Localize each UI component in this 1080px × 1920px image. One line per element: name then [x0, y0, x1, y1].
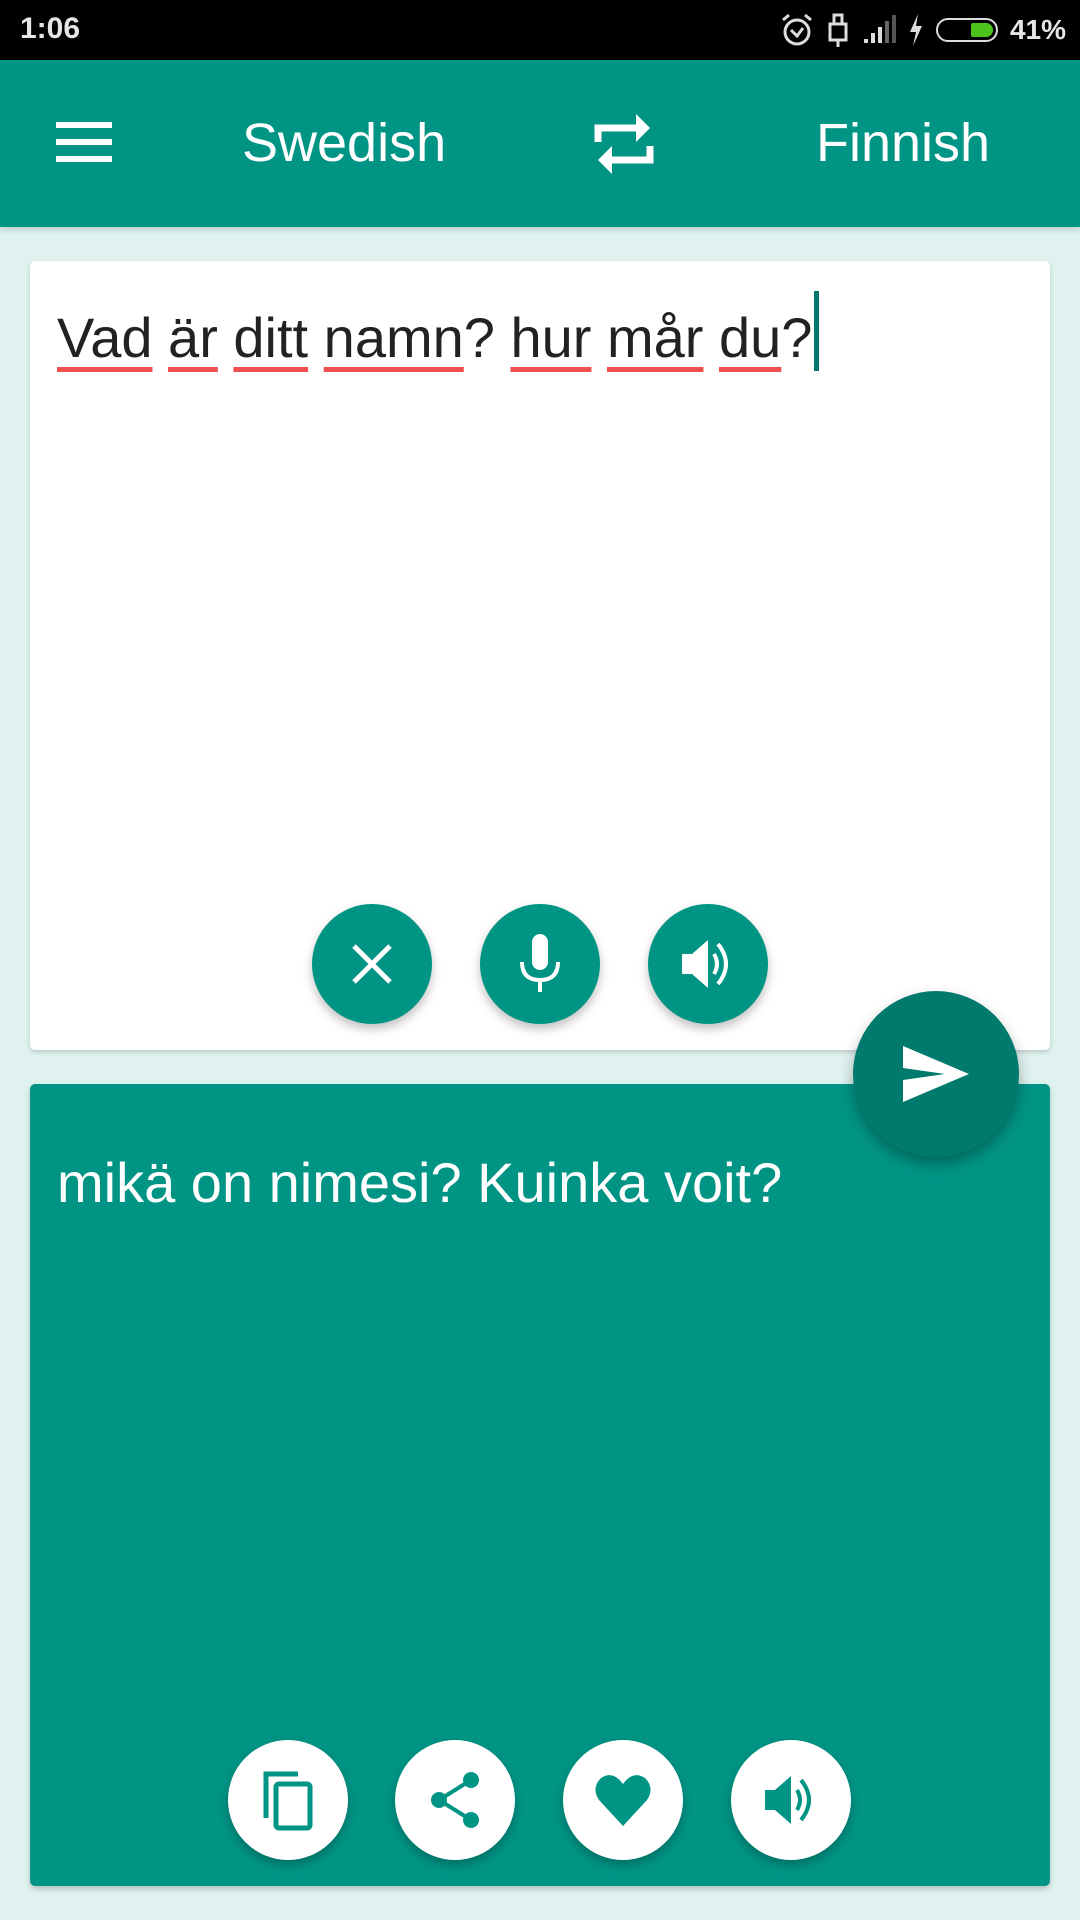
speaker-icon	[682, 940, 728, 988]
status-bar: 1:06 41%	[0, 0, 1080, 60]
close-icon	[352, 944, 392, 984]
word: du	[719, 306, 782, 369]
share-button[interactable]	[395, 1740, 515, 1860]
speak-translation-button[interactable]	[731, 1740, 851, 1860]
word: mår	[606, 306, 704, 369]
translation-text: mikä on nimesi? Kuinka voit?	[57, 1151, 783, 1214]
word: ditt	[233, 306, 309, 369]
status-time: 1:06	[20, 12, 81, 45]
microphone-icon	[520, 934, 560, 992]
source-language-selector[interactable]: Swedish	[242, 112, 446, 174]
signal-icon	[863, 15, 896, 43]
battery-icon	[935, 18, 998, 42]
translate-button[interactable]	[853, 991, 1019, 1157]
speaker-icon	[765, 1776, 811, 1824]
source-text-card: Vad är ditt namn? hur mår du?	[30, 261, 1050, 1050]
app-bar: Swedish Finnish	[0, 60, 1080, 227]
swap-languages-button[interactable]	[588, 108, 660, 180]
menu-button[interactable]	[46, 110, 116, 180]
punctuation: ?	[781, 306, 813, 369]
target-language-selector[interactable]: Finnish	[816, 112, 990, 174]
word: Vad	[57, 306, 153, 369]
copy-button[interactable]	[228, 1740, 348, 1860]
favorite-button[interactable]	[563, 1740, 683, 1860]
translation-card: mikä on nimesi? Kuinka voit?	[30, 1084, 1050, 1886]
voice-input-button[interactable]	[480, 904, 600, 1024]
word: hur	[510, 306, 592, 369]
speak-source-button[interactable]	[648, 904, 768, 1024]
heart-icon	[595, 1775, 651, 1826]
text-cursor	[814, 291, 820, 371]
word: namn	[323, 306, 464, 369]
send-icon	[903, 1046, 969, 1102]
alarm-icon	[781, 13, 812, 46]
punctuation: ?	[463, 306, 495, 369]
battery-percent: 41%	[1009, 14, 1066, 45]
status-icons: 41%	[780, 10, 1066, 50]
charging-icon	[909, 14, 922, 46]
usb-lock-icon	[828, 13, 848, 47]
swap-languages-icon	[594, 114, 654, 174]
share-icon	[431, 1772, 479, 1828]
word: är	[168, 306, 218, 369]
clear-button[interactable]	[312, 904, 432, 1024]
source-text-input[interactable]: Vad är ditt namn? hur mår du?	[57, 291, 820, 371]
copy-icon	[263, 1771, 313, 1831]
